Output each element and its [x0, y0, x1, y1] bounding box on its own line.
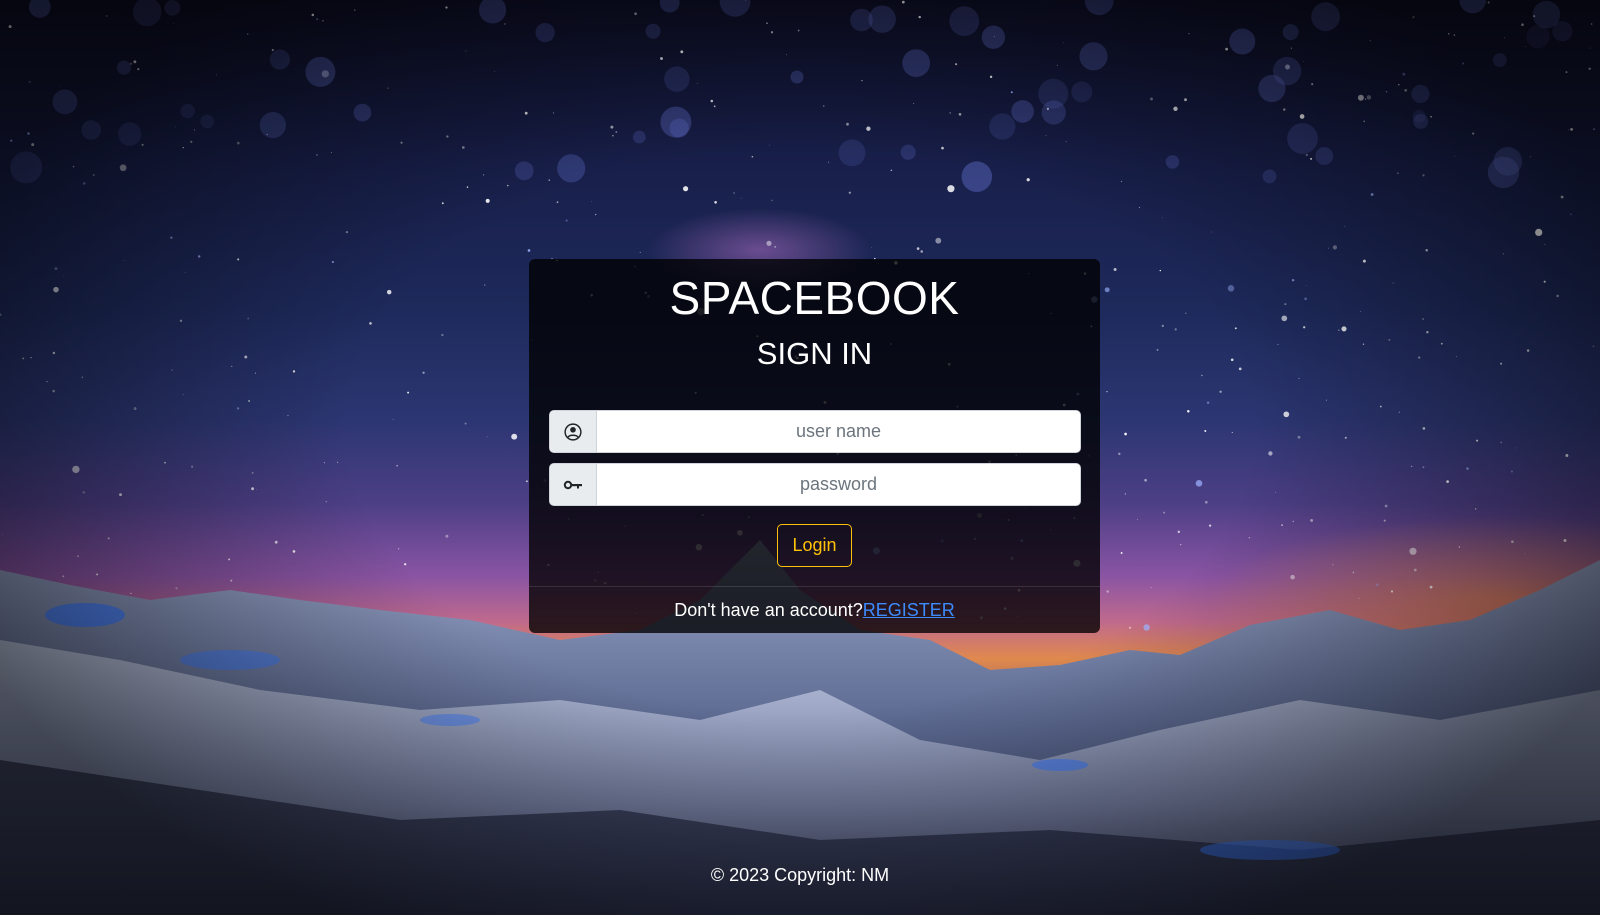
password-input[interactable] [597, 464, 1080, 505]
footer-copyright: © 2023 Copyright: NM [710, 865, 890, 885]
register-prompt: Don't have an account? [674, 600, 863, 620]
brand-title: SPACEBOOK [669, 272, 960, 324]
login-card: SPACEBOOK SIGN IN Login [529, 259, 1100, 633]
page-background: SPACEBOOK SIGN IN Login [0, 0, 1600, 915]
sign-in-heading: SIGN IN [756, 336, 873, 371]
user-circle-icon [550, 411, 597, 452]
register-link[interactable]: REGISTER [863, 600, 955, 620]
login-button[interactable]: Login [777, 524, 852, 567]
register-row: Don't have an account?REGISTER [529, 600, 1100, 622]
username-input-group [549, 410, 1081, 453]
username-input[interactable] [597, 411, 1080, 452]
card-divider [529, 586, 1100, 587]
password-input-group [549, 463, 1081, 506]
key-icon [550, 464, 597, 505]
